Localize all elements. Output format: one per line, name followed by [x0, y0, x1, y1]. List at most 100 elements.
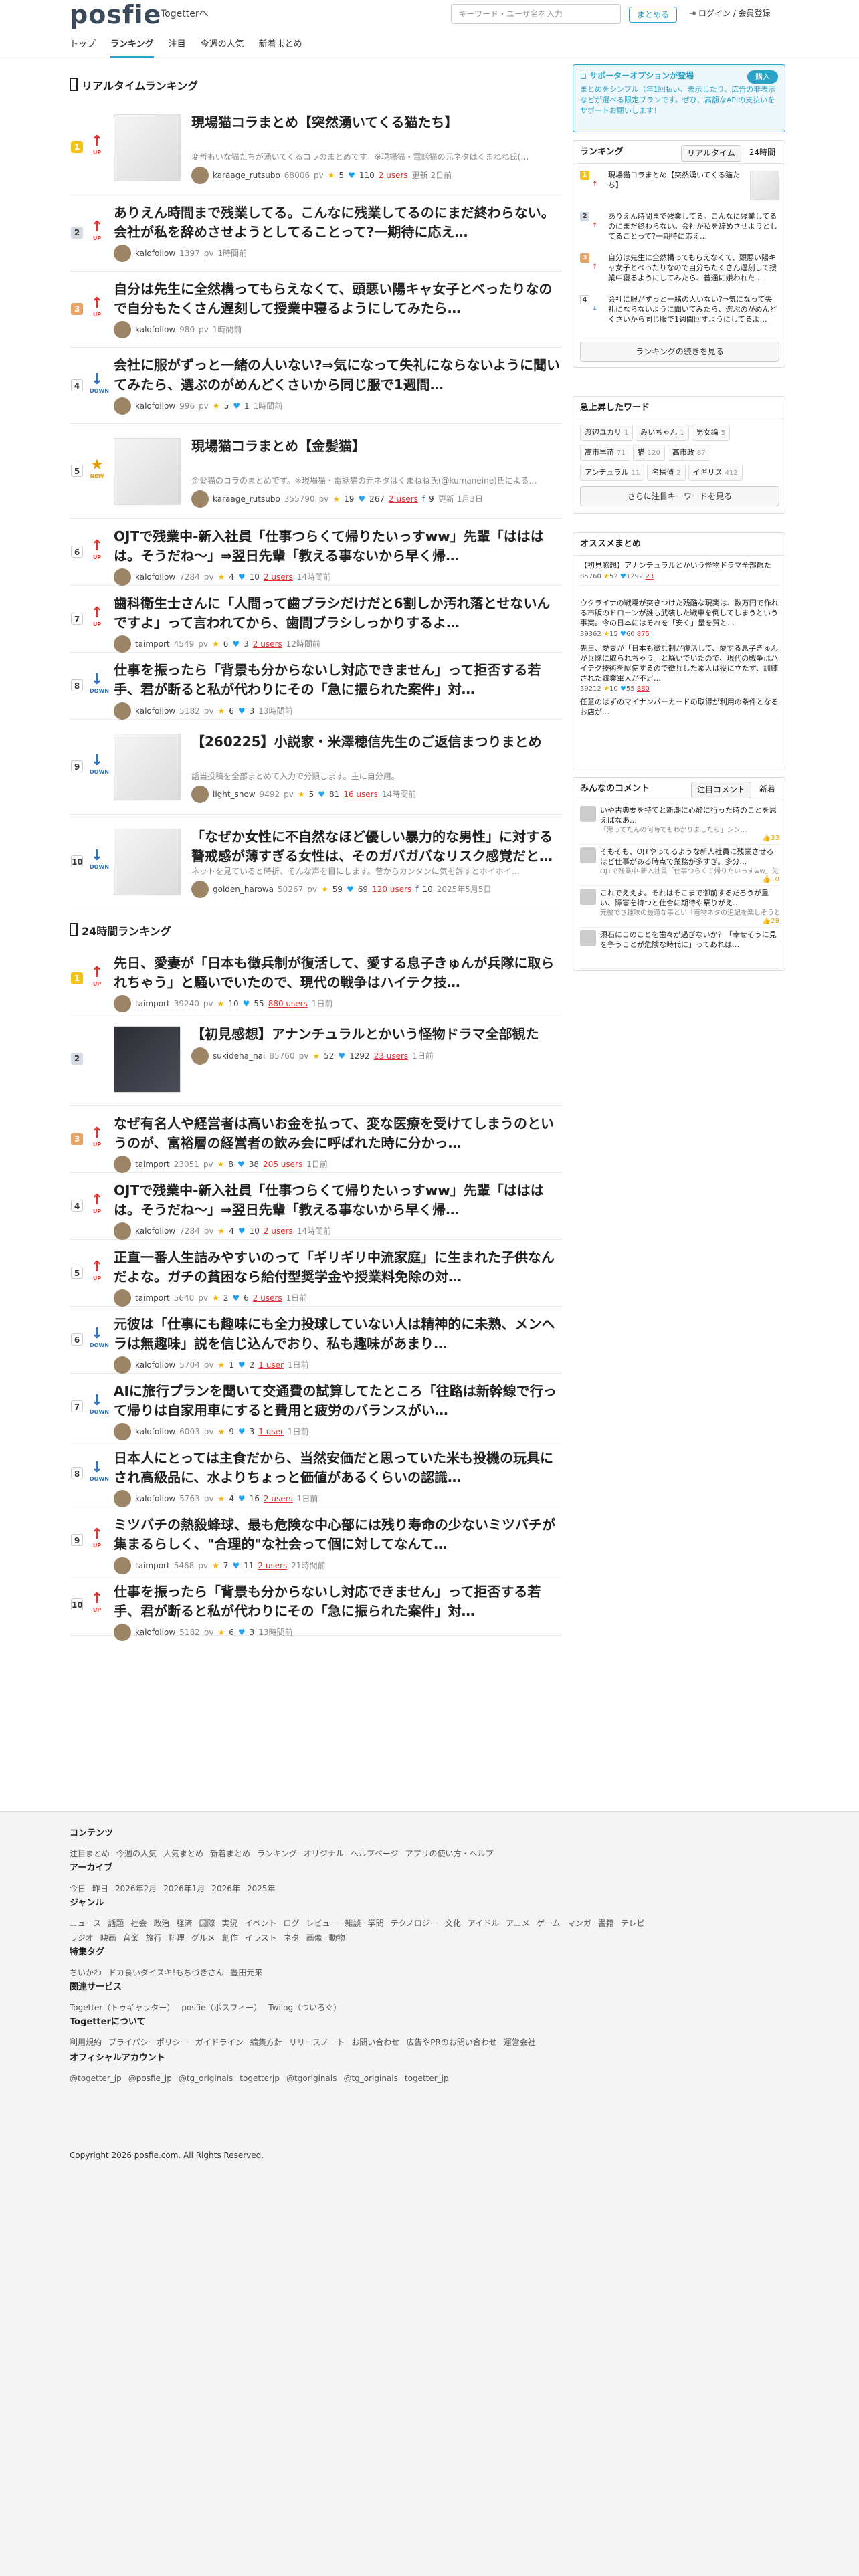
posfie-logo[interactable]: posfie [70, 0, 161, 29]
comment-text[interactable]: いや古典要を持てと新潮に心酔に行った時のことを思えばなあ… [600, 806, 779, 826]
comment-item[interactable]: これでええよ。それはそこまで御前するだろうが重い、障害を持つと仕合に期待や祭りが… [580, 889, 779, 928]
user-name[interactable]: kalofollow [135, 1493, 175, 1505]
rank-item-daily[interactable]: 10 ↑ UP 仕事を振ったら「背景も分からないし対応できません」って拒否する若手、君… [70, 1574, 562, 1641]
matome-title[interactable]: 日本人にとっては主食だから、当然安価だと思っていた米も投機の玩具にされ高級品に、… [114, 1448, 562, 1487]
user-name[interactable]: kalofollow [135, 401, 175, 412]
search-input[interactable]: キーワード・ユーザ名を入力 [451, 4, 621, 24]
user-name[interactable]: kalofollow [135, 1226, 175, 1237]
footer-link[interactable]: イラスト [245, 1931, 277, 1945]
rank-item-realtime[interactable]: 2 ↑ UP ありえん時間まで残業してる。こんなに残業してるのにまだ終わらない。会社が… [70, 195, 562, 272]
matome-title[interactable]: OJTで残業中-新入社員「仕事つらくて帰りたいっすww」先輩「はははは。そうだね… [114, 527, 562, 566]
footer-link[interactable]: テクノロジー [391, 1916, 438, 1931]
footer-link[interactable]: 画像 [306, 1931, 322, 1945]
footer-link[interactable]: 政治 [153, 1916, 169, 1931]
footer-link[interactable]: Twilog（ついろぐ） [268, 2000, 341, 2015]
users-badge[interactable]: 16 users [343, 789, 378, 800]
matome-thumbnail[interactable] [114, 1026, 181, 1093]
footer-link[interactable]: ドカ食いダイスキ!もちづきさん [108, 1965, 223, 1980]
user-avatar[interactable] [191, 786, 209, 803]
side-tab-realtime[interactable]: リアルタイム [681, 145, 741, 162]
matome-title[interactable]: 「なぜか女性に不自然なほど優しい暴力的な男性」に対する警戒感が薄すぎる女性は、そ… [191, 827, 562, 866]
user-name[interactable]: kalofollow [135, 248, 175, 259]
user-avatar[interactable] [191, 1047, 209, 1065]
create-matome-button[interactable]: まとめる [629, 7, 677, 23]
footer-link[interactable]: お問い合わせ [351, 2035, 399, 2050]
footer-link[interactable]: 雑談 [345, 1916, 361, 1931]
user-name[interactable]: sukideha_nai [213, 1051, 265, 1062]
comment-source[interactable]: 「思ってたんの何時でもわかりましたら」シン… [600, 826, 779, 835]
user-avatar[interactable] [114, 1289, 131, 1307]
matome-title[interactable]: 元彼は「仕事にも趣味にも全力投球していない人は精神的に未熟、メンヘラは無趣味」説… [114, 1315, 562, 1354]
user-avatar[interactable] [114, 321, 131, 338]
keyword-chip[interactable]: アンチュラル 11 [580, 465, 645, 481]
footer-link[interactable]: ゲーム [537, 1916, 561, 1931]
footer-link[interactable]: テレビ [621, 1916, 645, 1931]
matome-title[interactable]: 現場猫コラまとめ【突然湧いてくる猫たち】 [191, 113, 562, 132]
rank-item-realtime[interactable]: 8 ↓ DOWN 仕事を振ったら「背景も分からないし対応できません」って拒否する若手、… [70, 653, 562, 720]
footer-link[interactable]: Togetter（トゥギャッター） [70, 2000, 175, 2015]
recommend-title[interactable]: 【初見感想】アナンチュラルとかいう怪物ドラマ全部観た [580, 561, 779, 571]
ranking-more-button[interactable]: ランキングの続きを見る [580, 342, 779, 362]
footer-link[interactable]: プライバシーポリシー [108, 2035, 189, 2050]
recommend-item[interactable]: 【初見感想】アナンチュラルとかいう怪物ドラマ全部観た 85760 ★52 ♥129… [580, 561, 779, 586]
rank-item-realtime[interactable]: 5 ★ NEW 現場猫コラまとめ【金髪猫】 金髪猫のコラのまとめです。※現場猫・電話猫の… [70, 424, 562, 519]
recommend-title[interactable]: 先日、愛妻が「日本も徴兵制が復活して、愛する息子きゅんが兵隊に取られちゃう」と騒… [580, 644, 779, 683]
users-badge[interactable]: 2 users [379, 170, 408, 181]
side-ranking-text[interactable]: 会社に服がずっと一緒の人いない?⇒気になって失礼にならないように聞いてみたら、選… [608, 295, 778, 325]
matome-title[interactable]: AIに旅行プランを聞いて交通費の試算してたところ「往路は新幹線で行って帰りは自家… [114, 1382, 562, 1420]
footer-link[interactable]: 広告やPRのお問い合わせ [406, 2035, 497, 2050]
rank-item-realtime[interactable]: 6 ↑ UP OJTで残業中-新入社員「仕事つらくて帰りたいっすww」先輩「はははは。… [70, 519, 562, 586]
footer-link[interactable]: 2026年2月 [115, 1881, 157, 1896]
footer-link[interactable]: 2026年 [211, 1881, 240, 1896]
footer-link[interactable]: ちいかわ [70, 1965, 102, 1980]
user-avatar[interactable] [191, 490, 209, 508]
rank-item-daily[interactable]: 6 ↓ DOWN 元彼は「仕事にも趣味にも全力投球していない人は精神的に未熟、メンヘラ… [70, 1307, 562, 1374]
matome-title[interactable]: 会社に服がずっと一緒の人いない?⇒気になって失礼にならないように聞いてみたら、選… [114, 356, 562, 395]
user-name[interactable]: taimport [135, 1293, 170, 1304]
rank-item-daily[interactable]: 2 【初見感想】アナンチュラルとかいう怪物ドラマ全部観た sukideha_nai 8… [70, 1012, 562, 1106]
comment-source[interactable]: OJTで残業中-新入社員「仕事つらくて帰りたいっすww」先輩… [600, 867, 779, 877]
user-name[interactable]: karaage_rutsubo [213, 494, 280, 505]
side-tab-24h[interactable]: 24時間 [744, 145, 781, 162]
side-ranking-text[interactable]: 自分は先生に全然構ってもらえなくて、頭悪い陽キャ女子とべったりなので自分もたくさ… [608, 253, 778, 284]
footer-link[interactable]: イベント [245, 1916, 277, 1931]
side-ranking-thumbnail[interactable] [750, 171, 779, 200]
footer-link[interactable]: オリジナル [304, 1846, 344, 1861]
rank-item-realtime[interactable]: 10 ↓ DOWN 「なぜか女性に不自然なほど優しい暴力的な男性」に対する警戒感が薄す… [70, 815, 562, 909]
users-badge[interactable]: 2 users [258, 1560, 287, 1572]
user-name[interactable]: taimport [135, 1560, 170, 1572]
users-badge[interactable]: 23 users [374, 1051, 409, 1062]
user-name[interactable]: golden_harowa [213, 884, 274, 895]
user-name[interactable]: taimport [135, 998, 170, 1010]
footer-link[interactable]: 今週の人気 [116, 1846, 157, 1861]
footer-link[interactable]: 昨日 [92, 1881, 108, 1896]
matome-title[interactable]: 【初見感想】アナンチュラルとかいう怪物ドラマ全部観た [191, 1025, 562, 1044]
footer-link[interactable]: togetter_jp [405, 2071, 449, 2086]
footer-link[interactable]: アイドル [468, 1916, 499, 1931]
footer-link[interactable]: 文化 [445, 1916, 461, 1931]
footer-link[interactable]: @tg_originals [343, 2071, 397, 2086]
footer-link[interactable]: @tgoriginals [286, 2071, 337, 2086]
user-avatar[interactable] [114, 245, 131, 262]
rank-item-daily[interactable]: 5 ↑ UP 正直一番人生詰みやすいのって「ギリギリ中流家庭」に生まれた子供なんだよな… [70, 1240, 562, 1307]
rank-item-realtime[interactable]: 4 ↓ DOWN 会社に服がずっと一緒の人いない?⇒気になって失礼にならないように聞い… [70, 348, 562, 424]
user-name[interactable]: karaage_rutsubo [213, 170, 280, 181]
recommend-users[interactable]: 23 [646, 573, 654, 580]
user-name[interactable]: taimport [135, 1159, 170, 1170]
user-avatar[interactable] [114, 1156, 131, 1173]
matome-title[interactable]: 自分は先生に全然構ってもらえなくて、頭悪い陽キャ女子とべったりなので自分もたくさ… [114, 280, 562, 318]
matome-thumbnail[interactable] [114, 829, 181, 895]
keyword-chip[interactable]: 高市政 87 [667, 445, 710, 461]
comments-tab-featured[interactable]: 注目コメント [690, 782, 751, 798]
footer-link[interactable]: 編集方針 [250, 2035, 282, 2050]
matome-title[interactable]: 現場猫コラまとめ【金髪猫】 [191, 437, 562, 456]
matome-title[interactable]: OJTで残業中-新入社員「仕事つらくて帰りたいっすww」先輩「はははは。そうだね… [114, 1181, 562, 1220]
recommend-item[interactable]: ウクライナの戦場が突きつけた残酷な現実は、数万円で作れる市販のドローンが誰も武装… [580, 599, 779, 644]
side-ranking-item[interactable]: 1 ↑ 現場猫コラまとめ【突然湧いてくる猫たち】 [580, 171, 779, 209]
recommend-title[interactable]: ウクライナの戦場が突きつけた残酷な現実は、数万円で作れる市販のドローンが誰も武装… [580, 599, 779, 629]
footer-link[interactable]: @posfie_jp [128, 2071, 172, 2086]
matome-title[interactable]: 正直一番人生詰みやすいのって「ギリギリ中流家庭」に生まれた子供なんだよな。ガチの… [114, 1248, 562, 1287]
nav-new[interactable]: 新着まとめ [259, 33, 302, 56]
footer-link[interactable]: 話題 [108, 1916, 124, 1931]
user-avatar[interactable] [191, 167, 209, 184]
